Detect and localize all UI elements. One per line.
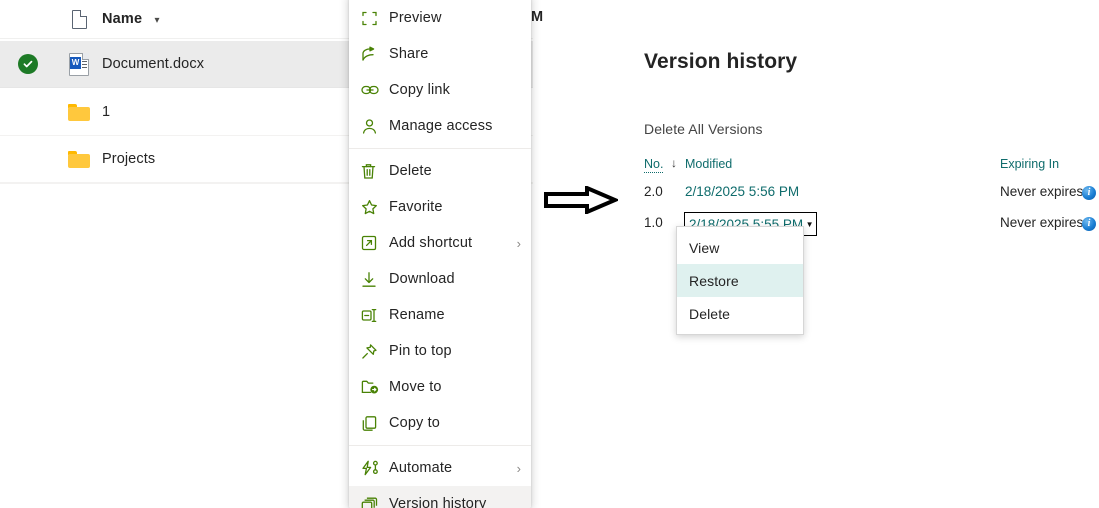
- menu-divider: [349, 445, 531, 446]
- link-icon: [361, 83, 389, 97]
- delete-all-versions-button[interactable]: Delete All Versions: [644, 121, 763, 137]
- version-actions-dropdown: View Restore Delete: [676, 226, 804, 335]
- trash-icon: [361, 163, 389, 180]
- preview-icon: [361, 10, 389, 27]
- menu-item-automate[interactable]: Automate ›: [349, 450, 531, 486]
- dropdown-item-view[interactable]: View: [677, 231, 803, 264]
- menu-item-label: Add shortcut: [389, 235, 473, 251]
- pointer-arrow-annotation: [543, 184, 621, 216]
- folder-icon: [68, 103, 90, 121]
- row-checkbox[interactable]: [0, 54, 56, 74]
- menu-item-share[interactable]: Share: [349, 36, 531, 72]
- version-expiring: Never expires: [1000, 184, 1084, 199]
- menu-item-label: Pin to top: [389, 343, 452, 359]
- info-icon[interactable]: i: [1082, 217, 1096, 231]
- menu-item-label: Copy link: [389, 82, 450, 98]
- menu-item-copy-to[interactable]: Copy to: [349, 405, 531, 441]
- folder-icon: [68, 150, 90, 168]
- version-number: 2.0: [644, 184, 663, 199]
- menu-item-add-shortcut[interactable]: Add shortcut ›: [349, 225, 531, 261]
- menu-item-label: Move to: [389, 379, 442, 395]
- row-file-icon: W: [56, 52, 102, 76]
- menu-item-version-history[interactable]: Version history: [349, 486, 531, 508]
- version-number: 1.0: [644, 215, 663, 230]
- menu-item-label: Copy to: [389, 415, 441, 431]
- document-icon: [71, 9, 87, 29]
- menu-item-download[interactable]: Download: [349, 261, 531, 297]
- menu-item-label: Download: [389, 271, 455, 287]
- menu-item-pin-to-top[interactable]: Pin to top: [349, 333, 531, 369]
- menu-divider: [349, 148, 531, 149]
- submenu-chevron-icon[interactable]: ›: [517, 461, 521, 476]
- menu-item-copy-link[interactable]: Copy link: [349, 72, 531, 108]
- menu-item-label: Preview: [389, 10, 442, 26]
- row-file-icon: [56, 103, 102, 121]
- selected-check-icon: [18, 54, 38, 74]
- dropdown-item-restore[interactable]: Restore: [677, 264, 803, 297]
- column-header-modified[interactable]: Modified: [685, 157, 732, 171]
- menu-item-label: Share: [389, 46, 429, 62]
- menu-item-label: Manage access: [389, 118, 493, 134]
- menu-item-label: Version history: [389, 496, 487, 508]
- pin-icon: [361, 343, 389, 360]
- menu-item-delete[interactable]: Delete: [349, 153, 531, 189]
- occluded-column-header: M: [531, 9, 544, 25]
- menu-item-label: Delete: [389, 163, 432, 179]
- column-header-no[interactable]: No.: [644, 157, 664, 173]
- dropdown-item-delete[interactable]: Delete: [677, 297, 803, 330]
- row-file-icon: [56, 150, 102, 168]
- version-row: 1.0 2/18/2025 5:55 PM ▼ Never expires i: [533, 212, 1099, 241]
- download-icon: [361, 271, 389, 288]
- version-expiring: Never expires: [1000, 215, 1084, 230]
- info-icon[interactable]: i: [1082, 186, 1096, 200]
- submenu-chevron-icon[interactable]: ›: [517, 236, 521, 251]
- menu-item-label: Automate: [389, 460, 453, 476]
- word-file-icon: W: [69, 52, 89, 76]
- add-shortcut-icon: [361, 235, 389, 251]
- version-history-panel: Version history Delete All Versions No. …: [533, 0, 1099, 508]
- version-history-icon: [361, 496, 389, 508]
- chevron-down-icon[interactable]: ▾: [154, 15, 159, 26]
- header-file-type-icon[interactable]: [56, 9, 102, 29]
- sort-descending-icon: ↓: [671, 156, 677, 170]
- menu-item-favorite[interactable]: Favorite: [349, 189, 531, 225]
- menu-item-label: Rename: [389, 307, 445, 323]
- page-title: Version history: [644, 50, 798, 73]
- column-header-name-label: Name: [102, 11, 143, 27]
- menu-item-label: Favorite: [389, 199, 443, 215]
- menu-item-preview[interactable]: Preview: [349, 0, 531, 36]
- version-modified-link[interactable]: 2/18/2025 5:56 PM: [685, 184, 799, 199]
- copy-to-icon: [361, 415, 389, 432]
- move-to-icon: [361, 379, 389, 395]
- share-icon: [361, 46, 389, 63]
- screen-root: Name ▾ W Document.docx ···: [0, 0, 1099, 508]
- chevron-down-icon[interactable]: ▼: [803, 220, 816, 229]
- column-header-expiring-in[interactable]: Expiring In: [1000, 157, 1059, 171]
- menu-item-move-to[interactable]: Move to: [349, 369, 531, 405]
- person-icon: [361, 118, 389, 135]
- menu-item-rename[interactable]: Rename: [349, 297, 531, 333]
- menu-item-manage-access[interactable]: Manage access: [349, 108, 531, 144]
- rename-icon: [361, 308, 389, 323]
- automate-icon: [361, 460, 389, 476]
- star-icon: [361, 199, 389, 216]
- file-context-menu: Preview Share Copy link Manage access De…: [349, 0, 531, 508]
